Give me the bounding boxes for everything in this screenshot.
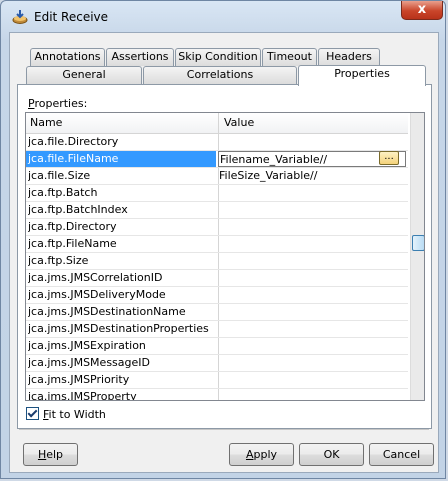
tab-label: Annotations: [34, 50, 101, 63]
tab-headers[interactable]: Headers: [318, 48, 380, 66]
tab-label: Properties: [334, 67, 390, 80]
table-row[interactable]: jca.jms.JMSPriority: [26, 372, 408, 389]
help-button[interactable]: Help: [23, 443, 78, 466]
column-divider: [218, 202, 219, 218]
edit-receive-dialog: Edit Receive x Annotations Assertions Sk…: [0, 0, 446, 479]
property-name-cell[interactable]: jca.jms.JMSExpiration: [28, 339, 216, 352]
property-name-cell[interactable]: jca.ftp.BatchIndex: [28, 203, 216, 216]
close-icon: x: [417, 2, 427, 17]
close-button[interactable]: x: [401, 1, 443, 20]
column-divider: [218, 253, 219, 269]
table-row[interactable]: jca.jms.JMSProperty: [26, 389, 408, 400]
table-row[interactable]: jca.jms.JMSMessageID: [26, 355, 408, 372]
column-header-name[interactable]: Name: [30, 116, 62, 129]
table-row[interactable]: jca.ftp.FileName: [26, 236, 408, 253]
properties-grid: Name Value jca.file.Directory jca.file.Fi…: [25, 112, 425, 401]
table-row[interactable]: jca.jms.JMSDeliveryMode: [26, 287, 408, 304]
tab-skip-condition[interactable]: Skip Condition: [175, 48, 261, 66]
table-row[interactable]: jca.ftp.Batch: [26, 185, 408, 202]
tab-annotations[interactable]: Annotations: [30, 48, 105, 66]
receive-activity-icon: [12, 10, 28, 24]
tab-correlations[interactable]: Correlations: [143, 66, 297, 84]
table-row[interactable]: jca.ftp.Directory: [26, 219, 408, 236]
property-name-cell[interactable]: jca.jms.JMSDeliveryMode: [28, 288, 216, 301]
tab-label: Correlations: [186, 68, 254, 81]
window-title: Edit Receive: [34, 10, 109, 24]
column-divider: [218, 355, 219, 371]
property-name-cell[interactable]: jca.jms.JMSProperty: [28, 390, 216, 400]
title-bar[interactable]: Edit Receive x: [1, 1, 447, 33]
property-name-cell[interactable]: jca.jms.JMSDestinationProperties: [28, 322, 216, 335]
column-divider: [218, 338, 219, 354]
property-name-cell[interactable]: jca.ftp.Size: [28, 254, 216, 267]
table-row[interactable]: jca.jms.JMSCorrelationID: [26, 270, 408, 287]
column-divider: [218, 389, 219, 400]
tab-properties[interactable]: Properties: [298, 65, 426, 86]
property-name-cell[interactable]: jca.jms.JMSDestinationName: [28, 305, 216, 318]
column-separator[interactable]: [218, 113, 219, 133]
cancel-button[interactable]: Cancel: [369, 443, 434, 466]
table-row[interactable]: jca.file.FileName Filename_Variable//...: [26, 151, 408, 168]
ok-button[interactable]: OK: [299, 443, 364, 466]
tab-label: Assertions: [111, 50, 169, 63]
column-divider: [218, 321, 219, 337]
property-name-cell[interactable]: jca.jms.JMSCorrelationID: [28, 271, 216, 284]
checkbox-checked-icon[interactable]: [26, 407, 39, 420]
tab-general[interactable]: General: [26, 66, 142, 84]
table-row[interactable]: jca.file.Size FileSize_Variable//: [26, 168, 408, 185]
column-divider: [218, 219, 219, 235]
property-name-cell[interactable]: jca.ftp.FileName: [28, 237, 216, 250]
grid-header: Name Value: [26, 113, 408, 134]
fit-to-width-checkbox[interactable]: Fit to Width: [26, 407, 106, 421]
tab-label: General: [62, 68, 106, 81]
tab-label: Headers: [326, 50, 372, 63]
column-divider: [218, 287, 219, 303]
column-divider: [218, 185, 219, 201]
browse-ellipsis-button[interactable]: ...: [379, 151, 399, 165]
property-name-cell[interactable]: jca.ftp.Directory: [28, 220, 216, 233]
divider: [19, 429, 429, 430]
property-value-input[interactable]: Filename_Variable//: [218, 151, 406, 167]
table-row[interactable]: jca.file.Directory: [26, 134, 408, 151]
property-value-cell[interactable]: FileSize_Variable//: [219, 169, 369, 182]
table-row[interactable]: jca.ftp.Size: [26, 253, 408, 270]
scrollbar-thumb[interactable]: [412, 235, 424, 251]
apply-button[interactable]: Apply: [229, 443, 294, 466]
properties-panel: Properties: Name Value jca.file.Director…: [17, 84, 432, 429]
table-row[interactable]: jca.jms.JMSDestinationProperties: [26, 321, 408, 338]
properties-label: Properties:: [28, 97, 88, 110]
vertical-scrollbar[interactable]: [410, 113, 424, 400]
grid-rows: jca.file.Directory jca.file.FileName Filen…: [26, 134, 408, 400]
tab-timeout[interactable]: Timeout: [262, 48, 317, 66]
column-divider: [218, 236, 219, 252]
column-divider: [218, 372, 219, 388]
column-header-value[interactable]: Value: [224, 116, 254, 129]
property-name-cell[interactable]: jca.file.Size: [28, 169, 216, 182]
property-name-cell[interactable]: jca.file.Directory: [28, 135, 216, 148]
column-divider: [218, 134, 219, 150]
property-name-cell[interactable]: jca.file.FileName: [26, 151, 216, 167]
column-divider: [218, 270, 219, 286]
table-row[interactable]: jca.jms.JMSDestinationName: [26, 304, 408, 321]
table-row[interactable]: jca.jms.JMSExpiration: [26, 338, 408, 355]
property-name-cell[interactable]: jca.jms.JMSPriority: [28, 373, 216, 386]
tab-label: Skip Condition: [178, 50, 258, 63]
tab-label: Timeout: [267, 50, 312, 63]
column-divider: [218, 304, 219, 320]
table-row[interactable]: jca.ftp.BatchIndex: [26, 202, 408, 219]
property-name-cell[interactable]: jca.ftp.Batch: [28, 186, 216, 199]
tab-assertions[interactable]: Assertions: [106, 48, 174, 66]
property-name-cell[interactable]: jca.jms.JMSMessageID: [28, 356, 216, 369]
